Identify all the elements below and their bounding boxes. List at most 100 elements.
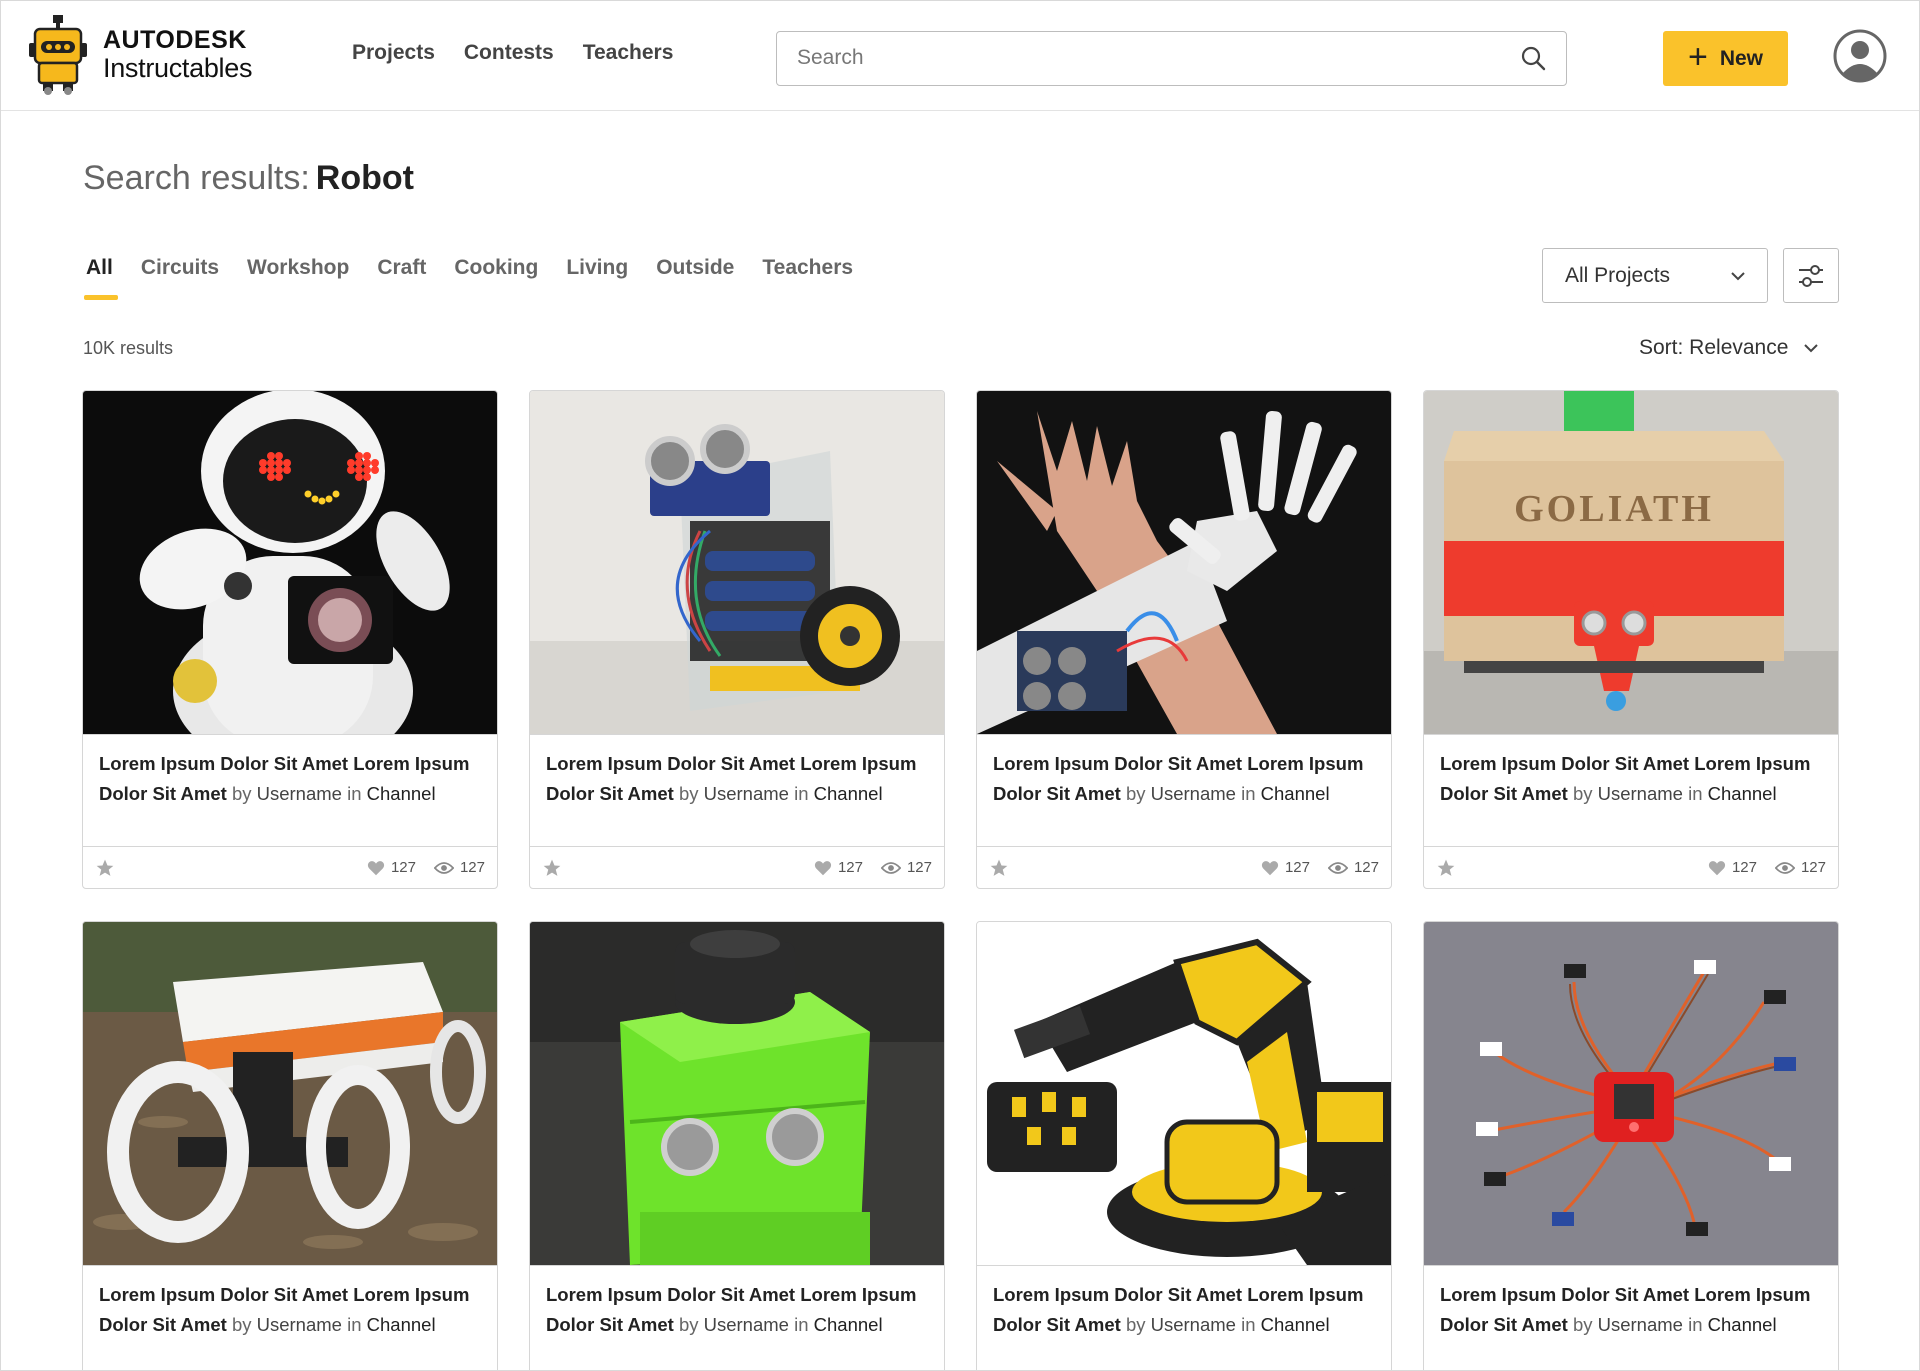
star-icon[interactable]	[542, 858, 562, 878]
search-icon[interactable]	[1520, 45, 1546, 71]
heart-icon	[814, 860, 832, 875]
result-count: 10K results	[83, 338, 174, 358]
channel-link[interactable]: Channel	[814, 783, 883, 804]
project-thumbnail[interactable]: GOLIATH	[1424, 391, 1838, 734]
logo-product: Instructables	[103, 53, 253, 83]
search-input[interactable]	[777, 32, 1477, 83]
author-link[interactable]: Username	[257, 1314, 342, 1335]
author-link[interactable]: Username	[257, 783, 342, 804]
channel-link[interactable]: Channel	[814, 1314, 883, 1335]
in-label: in	[794, 783, 809, 804]
author-link[interactable]: Username	[1598, 783, 1683, 804]
author-link[interactable]: Username	[1151, 783, 1236, 804]
channel-link[interactable]: Channel	[367, 783, 436, 804]
project-thumbnail[interactable]	[83, 922, 497, 1265]
project-thumbnail[interactable]	[83, 391, 497, 734]
nav-contests[interactable]: Contests	[464, 41, 554, 65]
star-icon[interactable]	[1436, 858, 1456, 878]
instructables-logo[interactable]: AUTODESK Instructables	[27, 13, 267, 97]
robot-mascot-icon	[29, 15, 87, 95]
likes-count: 127	[837, 859, 863, 876]
author-link[interactable]: Username	[1598, 1314, 1683, 1335]
project-thumbnail[interactable]	[1424, 922, 1838, 1265]
tab-living[interactable]: Living	[566, 256, 628, 300]
eye-icon	[1327, 861, 1348, 874]
page-title: Search results: Robot	[83, 159, 414, 198]
project-card: Lorem Ipsum Dolor Sit Amet Lorem Ipsum D…	[976, 921, 1392, 1370]
by-label: by	[1125, 783, 1146, 804]
tab-workshop[interactable]: Workshop	[247, 256, 349, 300]
channel-link[interactable]: Channel	[1261, 1314, 1330, 1335]
channel-link[interactable]: Channel	[367, 1314, 436, 1335]
likes-count: 127	[390, 859, 416, 876]
project-type-select[interactable]: All Projects	[1542, 248, 1768, 303]
by-label: by	[231, 1314, 252, 1335]
in-label: in	[347, 783, 362, 804]
card-info: Lorem Ipsum Dolor Sit Amet Lorem Ipsum D…	[530, 1265, 944, 1370]
tab-teachers[interactable]: Teachers	[762, 256, 853, 300]
user-avatar-icon[interactable]	[1833, 29, 1887, 83]
by-label: by	[1572, 1314, 1593, 1335]
author-link[interactable]: Username	[704, 783, 789, 804]
card-info: Lorem Ipsum Dolor Sit Amet Lorem Ipsum D…	[530, 734, 944, 846]
project-card: Lorem Ipsum Dolor Sit Amet Lorem Ipsum D…	[82, 390, 498, 889]
card-stats: 127 127	[367, 859, 485, 876]
card-info: Lorem Ipsum Dolor Sit Amet Lorem Ipsum D…	[1424, 734, 1838, 846]
tab-all[interactable]: All	[84, 256, 118, 300]
by-label: by	[1125, 1314, 1146, 1335]
by-label: by	[678, 783, 699, 804]
project-card: Lorem Ipsum Dolor Sit Amet Lorem Ipsum D…	[1423, 921, 1839, 1370]
by-label: by	[231, 783, 252, 804]
author-link[interactable]: Username	[704, 1314, 789, 1335]
chevron-down-icon	[1731, 272, 1745, 281]
project-thumbnail[interactable]	[977, 922, 1391, 1265]
channel-link[interactable]: Channel	[1708, 1314, 1777, 1335]
channel-link[interactable]: Channel	[1708, 783, 1777, 804]
project-thumbnail[interactable]	[977, 391, 1391, 734]
new-button-label: New	[1719, 46, 1764, 70]
project-card: Lorem Ipsum Dolor Sit Amet Lorem Ipsum D…	[976, 390, 1392, 889]
star-icon[interactable]	[989, 858, 1009, 878]
in-label: in	[1688, 1314, 1703, 1335]
main-nav: Projects Contests Teachers	[352, 41, 673, 65]
sliders-icon	[1799, 264, 1823, 287]
card-info: Lorem Ipsum Dolor Sit Amet Lorem Ipsum D…	[83, 734, 497, 846]
project-card: GOLIATH Lorem Ipsum Dolor Sit Amet Lorem…	[1423, 390, 1839, 889]
in-label: in	[1241, 1314, 1256, 1335]
chevron-down-icon	[1804, 344, 1819, 353]
author-link[interactable]: Username	[1151, 1314, 1236, 1335]
heart-icon	[1708, 860, 1726, 875]
channel-link[interactable]: Channel	[1261, 783, 1330, 804]
tab-craft[interactable]: Craft	[377, 256, 426, 300]
nav-teachers[interactable]: Teachers	[583, 41, 674, 65]
tab-outside[interactable]: Outside	[656, 256, 734, 300]
page: AUTODESK Instructables Projects Contests…	[0, 0, 1920, 1371]
in-label: in	[1241, 783, 1256, 804]
by-label: by	[1572, 783, 1593, 804]
search-box	[776, 31, 1567, 86]
new-button[interactable]: + New	[1663, 31, 1788, 86]
views-count: 127	[459, 859, 485, 876]
card-footer: 127 127	[1424, 846, 1838, 888]
heart-icon	[367, 860, 385, 875]
category-tabs: All Circuits Workshop Craft Cooking Livi…	[84, 256, 881, 300]
card-stats: 127 127	[814, 859, 932, 876]
by-label: by	[678, 1314, 699, 1335]
star-icon[interactable]	[95, 858, 115, 878]
sort-dropdown[interactable]: Sort: Relevance	[1639, 336, 1820, 360]
site-header: AUTODESK Instructables Projects Contests…	[1, 1, 1919, 111]
views-count: 127	[1353, 859, 1379, 876]
project-thumbnail[interactable]	[530, 922, 944, 1265]
search-query: Robot	[315, 159, 414, 197]
likes-count: 127	[1731, 859, 1757, 876]
nav-projects[interactable]: Projects	[352, 41, 435, 65]
tab-circuits[interactable]: Circuits	[141, 256, 219, 300]
card-footer: 127 127	[83, 846, 497, 888]
views-count: 127	[1800, 859, 1826, 876]
filter-settings-button[interactable]	[1783, 248, 1839, 303]
eye-icon	[1774, 861, 1795, 874]
project-thumbnail[interactable]	[530, 391, 944, 734]
heart-icon	[1261, 860, 1279, 875]
tab-cooking[interactable]: Cooking	[454, 256, 538, 300]
eye-icon	[880, 861, 901, 874]
